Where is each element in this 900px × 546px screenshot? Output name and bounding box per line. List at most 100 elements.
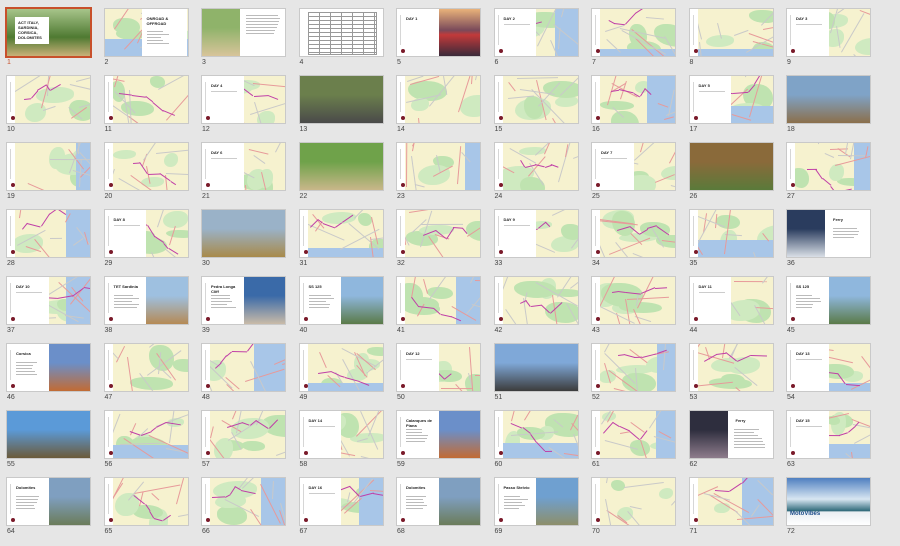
slide-thumbnail-29[interactable]: DAY 8 29	[98, 210, 195, 276]
slide-preview[interactable]	[592, 277, 675, 324]
slide-thumbnail-6[interactable]: DAY 2 6	[488, 9, 585, 75]
slide-thumbnail-64[interactable]: Dolomites 64	[0, 478, 97, 544]
slide-preview[interactable]: Ferry	[787, 210, 870, 257]
slide-preview[interactable]: DAY 2	[494, 9, 578, 56]
slide-thumbnail-50[interactable]: DAY 12 50	[390, 344, 487, 410]
slide-thumbnail-38[interactable]: TET Sardinia 38	[98, 277, 195, 343]
slide-thumbnail-31[interactable]: 31	[293, 210, 390, 276]
slide-preview[interactable]	[592, 210, 675, 257]
slide-preview[interactable]	[494, 277, 578, 324]
slide-thumbnail-60[interactable]: 60	[488, 411, 585, 477]
slide-thumbnail-67[interactable]: DAY 16 67	[293, 478, 390, 544]
slide-thumbnail-18[interactable]: 18	[780, 76, 877, 142]
slide-thumbnail-34[interactable]: 34	[585, 210, 682, 276]
slide-preview[interactable]: SS 125	[299, 277, 383, 324]
slide-preview[interactable]: DAY 8	[104, 210, 188, 257]
slide-preview[interactable]: Pedra Longa Cliff	[202, 277, 285, 324]
slide-thumbnail-21[interactable]: DAY 6 21	[195, 143, 292, 209]
slide-preview[interactable]: MotoVibes	[787, 478, 870, 525]
slide-preview[interactable]	[7, 411, 90, 458]
slide-preview[interactable]	[202, 9, 285, 56]
slide-preview[interactable]: DAY 4	[202, 76, 285, 123]
slide-preview[interactable]: ONROAD & OFFROAD	[104, 9, 188, 56]
slide-thumbnail-4[interactable]: 4	[293, 9, 390, 75]
slide-thumbnail-35[interactable]: 35	[683, 210, 780, 276]
slide-thumbnail-14[interactable]: 14	[390, 76, 487, 142]
slide-preview[interactable]: DAY 11	[689, 277, 773, 324]
slide-thumbnail-16[interactable]: 16	[585, 76, 682, 142]
slide-thumbnail-45[interactable]: SS 125 45	[780, 277, 877, 343]
slide-thumbnail-54[interactable]: DAY 13 54	[780, 344, 877, 410]
slide-thumbnail-2[interactable]: ONROAD & OFFROAD 2	[98, 9, 195, 75]
slide-thumbnail-20[interactable]: 20	[98, 143, 195, 209]
slide-preview[interactable]	[202, 344, 285, 391]
slide-preview[interactable]	[689, 143, 773, 190]
slide-preview[interactable]: Calanques de Piana	[397, 411, 480, 458]
slide-preview[interactable]: DAY 16	[299, 478, 383, 525]
slide-preview[interactable]	[104, 76, 188, 123]
slide-thumbnail-1[interactable]: ACT ITALY, SARDINIA, CORSICA, DOLOMITES 1	[0, 9, 97, 75]
slide-thumbnail-66[interactable]: 66	[195, 478, 292, 544]
slide-preview[interactable]	[592, 9, 675, 56]
slide-preview[interactable]	[104, 411, 188, 458]
slide-thumbnail-62[interactable]: Ferry 62	[683, 411, 780, 477]
slide-preview[interactable]	[787, 143, 870, 190]
slide-thumbnail-7[interactable]: 7	[585, 9, 682, 75]
slide-thumbnail-68[interactable]: Dolomites 68	[390, 478, 487, 544]
slide-preview[interactable]: DAY 10	[7, 277, 90, 324]
slide-thumbnail-36[interactable]: Ferry 36	[780, 210, 877, 276]
slide-thumbnail-51[interactable]: 51	[488, 344, 585, 410]
slide-thumbnail-56[interactable]: 56	[98, 411, 195, 477]
slide-preview[interactable]	[494, 411, 578, 458]
slide-preview[interactable]: DAY 13	[787, 344, 870, 391]
slide-preview[interactable]	[689, 9, 773, 56]
slide-preview[interactable]: DAY 9	[494, 210, 578, 257]
slide-preview[interactable]	[592, 478, 675, 525]
slide-thumbnail-47[interactable]: 47	[98, 344, 195, 410]
slide-preview[interactable]	[104, 478, 188, 525]
slide-thumbnail-26[interactable]: 26	[683, 143, 780, 209]
slide-thumbnail-37[interactable]: DAY 10 37	[0, 277, 97, 343]
slide-thumbnail-33[interactable]: DAY 9 33	[488, 210, 585, 276]
slide-thumbnail-19[interactable]: 19	[0, 143, 97, 209]
slide-preview[interactable]	[592, 76, 675, 123]
slide-thumbnail-11[interactable]: 11	[98, 76, 195, 142]
slide-thumbnail-39[interactable]: Pedra Longa Cliff 39	[195, 277, 292, 343]
slide-preview[interactable]	[689, 478, 773, 525]
slide-preview[interactable]	[689, 344, 773, 391]
slide-preview[interactable]: DAY 3	[787, 9, 870, 56]
slide-preview[interactable]	[689, 210, 773, 257]
slide-preview[interactable]	[397, 277, 480, 324]
slide-preview[interactable]: DAY 7	[592, 143, 675, 190]
slide-thumbnail-23[interactable]: 23	[390, 143, 487, 209]
slide-thumbnail-17[interactable]: DAY 5 17	[683, 76, 780, 142]
slide-preview[interactable]	[299, 76, 383, 123]
slide-preview[interactable]: ACT ITALY, SARDINIA, CORSICA, DOLOMITES	[7, 9, 90, 56]
slide-thumbnail-8[interactable]: 8	[683, 9, 780, 75]
slide-thumbnail-12[interactable]: DAY 4 12	[195, 76, 292, 142]
slide-thumbnail-44[interactable]: DAY 11 44	[683, 277, 780, 343]
slide-thumbnail-40[interactable]: SS 125 40	[293, 277, 390, 343]
slide-thumbnail-32[interactable]: 32	[390, 210, 487, 276]
slide-preview[interactable]: Corsica	[7, 344, 90, 391]
slide-thumbnail-41[interactable]: 41	[390, 277, 487, 343]
slide-thumbnail-10[interactable]: 10	[0, 76, 97, 142]
slide-preview[interactable]	[397, 143, 480, 190]
slide-thumbnail-65[interactable]: 65	[98, 478, 195, 544]
slide-thumbnail-49[interactable]: 49	[293, 344, 390, 410]
slide-thumbnail-61[interactable]: 61	[585, 411, 682, 477]
slide-preview[interactable]	[299, 143, 383, 190]
slide-preview[interactable]: DAY 5	[689, 76, 773, 123]
slide-thumbnail-42[interactable]: 42	[488, 277, 585, 343]
slide-thumbnail-15[interactable]: 15	[488, 76, 585, 142]
slide-preview[interactable]: TET Sardinia	[104, 277, 188, 324]
slide-preview[interactable]	[299, 9, 383, 56]
slide-preview[interactable]: DAY 1	[397, 9, 480, 56]
slide-thumbnail-46[interactable]: Corsica 46	[0, 344, 97, 410]
slide-preview[interactable]	[7, 143, 90, 190]
slide-preview[interactable]: DAY 6	[202, 143, 285, 190]
slide-preview[interactable]: Dolomites	[7, 478, 90, 525]
slide-preview[interactable]: Ferry	[689, 411, 773, 458]
slide-thumbnail-24[interactable]: 24	[488, 143, 585, 209]
slide-thumbnail-53[interactable]: 53	[683, 344, 780, 410]
